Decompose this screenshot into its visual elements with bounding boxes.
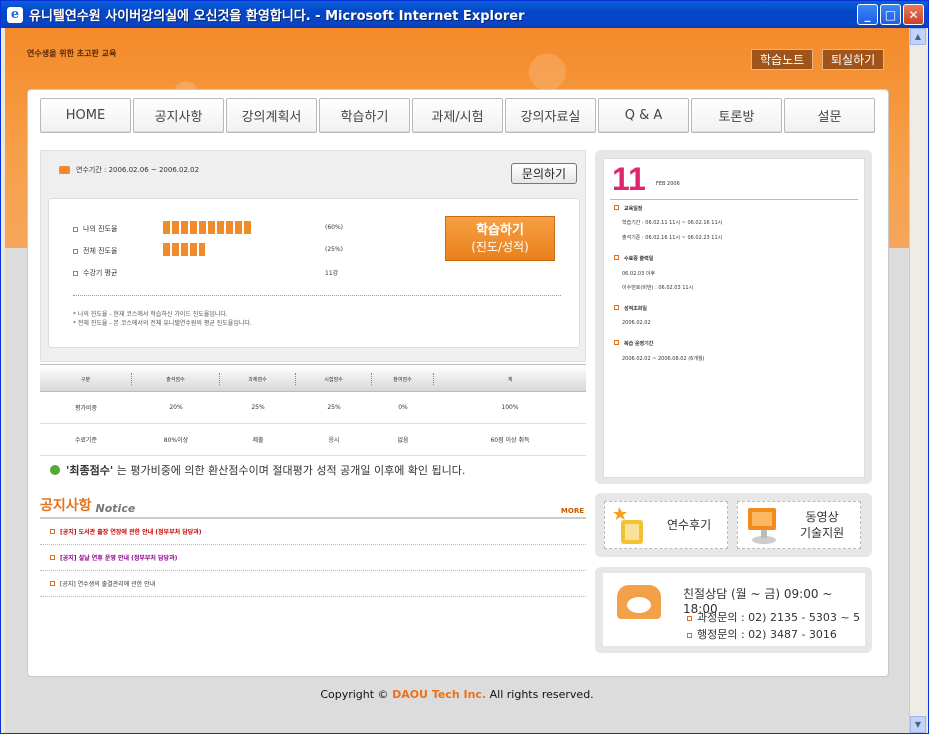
admin-contact: 행정문의 : 02) 3487 - 3016 [687,626,837,642]
schedule-item: 교육일정 [614,205,642,212]
header-note: 연수생을 위한 초고판 교육 [27,49,117,58]
progress-row: 전체 진도율 [73,246,117,256]
page-viewport: 연수생을 위한 초고판 교육 학습노트 퇴실하기 HOME 공지사항 강의계획서… [5,28,909,733]
review-button[interactable]: 연수후기 [604,501,728,549]
progress-row: 나의 진도율 [73,224,117,234]
table-row: 수료기준 80%이상 제출 응시 없음 60점 이상 취득 [40,424,586,456]
tab-home[interactable]: HOME [40,98,131,133]
divider [610,199,858,200]
green-bullet-icon [50,465,60,475]
maximize-button[interactable]: □ [880,4,901,25]
study-button[interactable]: 학습하기 (진도/성적) [445,216,555,261]
notice-title: 공지사항 [40,498,92,514]
bullet-icon [50,529,55,534]
monitor-icon [746,504,782,546]
tab-study[interactable]: 학습하기 [319,98,410,133]
bullet-icon [73,226,78,232]
bullet-icon [614,255,619,260]
tab-discussion[interactable]: 토론방 [691,98,782,133]
progress-row: 수강기 평균 [73,268,117,278]
final-score-note: '최종점수' 는 평가비중에 의한 환산점수이며 절대평가 성적 공개일 이후에… [50,462,465,478]
ask-button[interactable]: 문의하기 [511,163,577,184]
close-button[interactable]: ✕ [903,4,924,25]
scroll-down-icon[interactable]: ▼ [910,716,926,733]
progress-box: 나의 진도율 (60%) 전체 진도율 (25%) 수강기 평균 11강 학습하… [48,198,580,348]
browser-window: e 유니텔연수원 사이버강의실에 오신것을 환영합니다. - Microsoft… [0,0,929,734]
vertical-scrollbar[interactable]: ▲ ▼ [909,28,926,733]
notice-header: 공지사항 Notice MORE [40,495,586,519]
table-header: 구분 출석점수 과제점수 시험점수 참여점수 계 [40,364,586,392]
quick-links: 연수후기 동영상 기술지원 [595,493,872,557]
video-support-button[interactable]: 동영상 기술지원 [737,501,861,549]
notice-item[interactable]: [공지] 연수생의 출결관리에 관한 안내 [40,571,586,597]
schedule-card: 11 FEB 2006 교육일정 학습기간 : 06.02.11 11시 ~ 0… [603,158,865,478]
bullet-icon [687,633,692,638]
tab-survey[interactable]: 설문 [784,98,875,133]
divider [73,295,561,296]
exit-button[interactable]: 퇴실하기 [822,49,885,70]
schedule-item: 성적조회일 [614,305,647,312]
course-contact: 과정문의 : 02) 2135 - 5303 ~ 5 [687,609,860,625]
contact-panel: 친절상담 (월 ~ 금) 09:00 ~ 18:00 과정문의 : 02) 21… [595,567,872,653]
progress-note: * 전체 진도율 - 본 코스에서의 전체 유니텔연수원의 평균 진도율입니다. [73,320,252,327]
bullet-icon [50,555,55,560]
main-nav: HOME 공지사항 강의계획서 학습하기 과제/시험 강의자료실 Q & A 토… [40,98,875,133]
footer-copyright: Copyright © DAOU Tech Inc. All rights re… [320,688,594,701]
total-progress-pct: (25%) [325,246,344,253]
minimize-button[interactable]: _ [857,4,878,25]
notice-section: 공지사항 Notice MORE [공지] 도서관 출장 연장에 관한 안내 (… [40,495,586,597]
notice-subtitle: Notice [95,502,136,515]
schedule-panel: 11 FEB 2006 교육일정 학습기간 : 06.02.11 11시 ~ 0… [595,150,872,484]
trophy-icon [613,504,649,546]
course-panel: 연수기간 : 2006.02.06 ~ 2006.02.02 문의하기 나의 진… [40,150,586,362]
phone-icon [617,585,661,619]
bullet-icon [73,270,78,276]
schedule-item: 복습 운영기간 [614,340,653,347]
more-link[interactable]: MORE [561,507,584,515]
bullet-icon [614,305,619,310]
bullet-icon [614,340,619,345]
table-row: 평가비중 20% 25% 25% 0% 100% [40,392,586,424]
course-period: 연수기간 : 2006.02.06 ~ 2006.02.02 [59,165,199,175]
calendar-day: 11 [612,161,646,197]
tab-assignment[interactable]: 과제/시험 [412,98,503,133]
my-progress-bar [163,221,253,234]
schedule-item: 수료증 출력일 [614,255,653,262]
scroll-up-icon[interactable]: ▲ [910,28,926,45]
arrow-icon [59,166,70,174]
notice-item[interactable]: [공지] 도서관 출장 연장에 관한 안내 (정부부처 담당과) [40,519,586,545]
calendar-month: FEB 2006 [656,181,680,187]
notice-item[interactable]: [공지] 설날 연휴 운영 안내 (정부부처 담당과) [40,545,586,571]
total-progress-bar [163,243,205,256]
main-content: HOME 공지사항 강의계획서 학습하기 과제/시험 강의자료실 Q & A 토… [27,89,889,677]
score-table: 구분 출석점수 과제점수 시험점수 참여점수 계 평가비중 20% 25% 25… [40,364,586,456]
study-note-button[interactable]: 학습노트 [751,49,814,70]
bullet-icon [687,616,692,621]
bullet-icon [614,205,619,210]
tab-materials[interactable]: 강의자료실 [505,98,596,133]
tab-syllabus[interactable]: 강의계획서 [226,98,317,133]
window-title: 유니텔연수원 사이버강의실에 오신것을 환영합니다. - Microsoft I… [29,9,525,24]
ie-logo-icon: e [7,6,23,23]
my-progress-pct: (60%) [325,224,344,231]
tab-notice[interactable]: 공지사항 [133,98,224,133]
contact-card: 친절상담 (월 ~ 금) 09:00 ~ 18:00 과정문의 : 02) 21… [603,573,865,646]
progress-note: * 나의 진도율 - 현재 코스에서 학습하신 가이드 진도율입니다. [73,311,228,318]
bullet-icon [73,248,78,254]
tab-qna[interactable]: Q & A [598,98,689,133]
title-bar[interactable]: e 유니텔연수원 사이버강의실에 오신것을 환영합니다. - Microsoft… [1,1,928,28]
bullet-icon [50,581,55,586]
lecture-count: 11강 [325,270,339,277]
